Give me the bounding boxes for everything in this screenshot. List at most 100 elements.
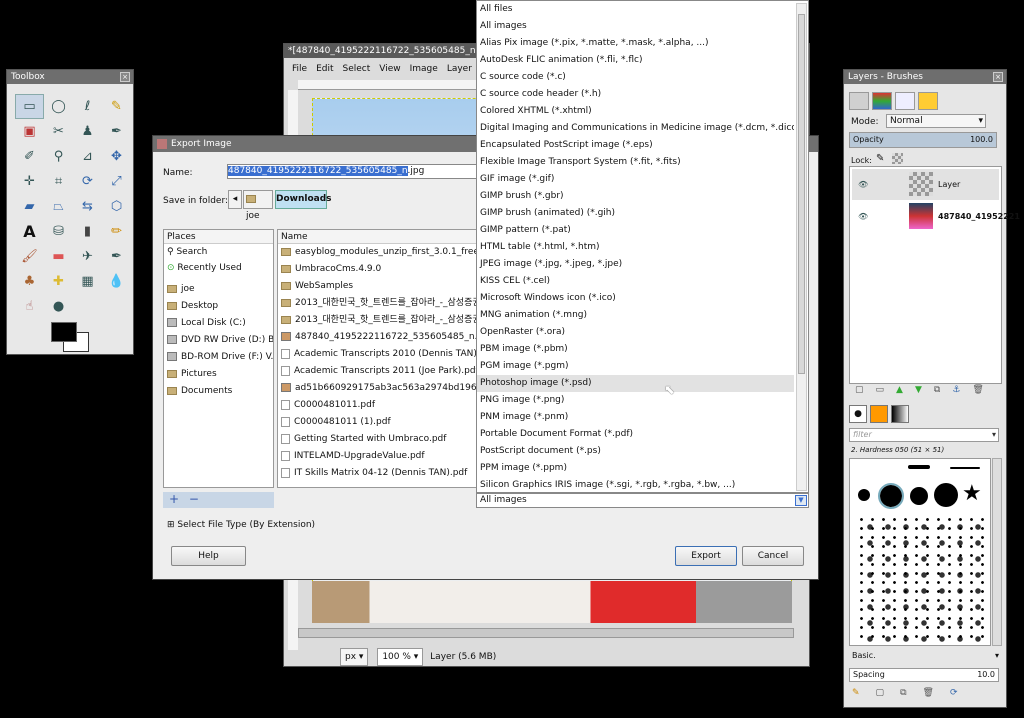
place-search[interactable]: ⚲ Search: [164, 244, 273, 260]
new-group-icon[interactable]: ▭: [876, 385, 885, 399]
filetype-option[interactable]: All files: [477, 1, 794, 18]
new-layer-icon[interactable]: ▢: [855, 385, 864, 399]
file-row[interactable]: 487840_4195222116722_535605485_n.jpg: [278, 329, 478, 346]
brush-line[interactable]: [908, 465, 930, 469]
filetype-option[interactable]: PBM image (*.pbm): [477, 341, 794, 358]
places-header[interactable]: Places: [164, 230, 273, 244]
filetype-option[interactable]: C source code (*.c): [477, 69, 794, 86]
gradients-tab-icon[interactable]: [891, 405, 909, 423]
filetype-option[interactable]: GIMP brush (animated) (*.gih): [477, 205, 794, 222]
filetype-option[interactable]: Portable Document Format (*.pdf): [477, 426, 794, 443]
brush-round-medium[interactable]: [910, 487, 928, 505]
place-dvd-drive[interactable]: DVD RW Drive (D:) Bl...: [164, 332, 273, 349]
anchor-layer-icon[interactable]: ⚓: [952, 385, 960, 399]
fuzzy-select-icon[interactable]: ✎: [102, 94, 131, 119]
dodge-burn-icon[interactable]: ●: [44, 294, 73, 319]
edit-brush-icon[interactable]: ✎: [852, 688, 860, 702]
export-button[interactable]: Export: [675, 546, 737, 566]
brushes-tab-icon[interactable]: ●: [849, 405, 867, 423]
perspective-icon[interactable]: ⏢: [44, 194, 73, 219]
bucket-fill-icon[interactable]: ⛁: [44, 219, 73, 244]
place-recent[interactable]: ⊙ Recently Used: [164, 260, 273, 276]
paths-icon[interactable]: ✒: [102, 119, 131, 144]
menu-file[interactable]: File: [292, 64, 307, 78]
clone-icon[interactable]: ♣: [15, 269, 44, 294]
file-row[interactable]: 2013_대한민국_핫_트렌드를_잡아라_-_삼성증권: [278, 295, 478, 312]
color-picker-icon[interactable]: ✐: [15, 144, 44, 169]
blur-icon[interactable]: 💧: [102, 269, 131, 294]
filetype-option[interactable]: PPM image (*.ppm): [477, 460, 794, 477]
file-row[interactable]: INTELAMD-UpgradeValue.pdf: [278, 448, 478, 465]
file-row[interactable]: Academic Transcripts 2011 (Joe Park).pdf: [278, 363, 478, 380]
filetype-option[interactable]: OpenRaster (*.ora): [477, 324, 794, 341]
filetype-option[interactable]: Silicon Graphics IRIS image (*.sgi, *.rg…: [477, 477, 794, 492]
zoom-icon[interactable]: ⚲: [44, 144, 73, 169]
align-icon[interactable]: ✛: [15, 169, 44, 194]
channels-tab-icon[interactable]: [872, 92, 892, 110]
toolbox-close-button[interactable]: ×: [120, 72, 130, 82]
brush-scrollbar[interactable]: [992, 458, 1002, 646]
filetype-option[interactable]: Microsoft Windows icon (*.ico): [477, 290, 794, 307]
brush-hardness-050[interactable]: [878, 483, 904, 509]
lock-alpha-icon[interactable]: [892, 153, 903, 164]
file-row[interactable]: ad51b660929175ab3ac563a2974bd196.png: [278, 380, 478, 397]
menu-layer[interactable]: Layer: [447, 64, 472, 78]
scale-icon[interactable]: ⤢: [102, 169, 131, 194]
layers-titlebar[interactable]: Layers - Brushes ×: [844, 70, 1006, 84]
layer-row-layer[interactable]: 👁 Layer: [852, 169, 999, 200]
brush-round-small[interactable]: [858, 489, 870, 501]
shear-icon[interactable]: ▰: [15, 194, 44, 219]
mode-select[interactable]: Normal ▾: [886, 114, 986, 128]
path-joe-button[interactable]: joe: [243, 190, 273, 221]
ellipse-select-icon[interactable]: ◯: [44, 94, 73, 119]
paintbrush-icon[interactable]: 🖌: [15, 244, 44, 269]
path-downloads-button[interactable]: Downloads: [275, 190, 332, 209]
place-pictures[interactable]: Pictures: [164, 366, 273, 383]
heal-icon[interactable]: ✚: [44, 269, 73, 294]
file-row[interactable]: IT Skills Matrix 04-12 (Dennis TAN).pdf: [278, 465, 478, 482]
airbrush-icon[interactable]: ✈: [73, 244, 102, 269]
filetype-option[interactable]: Digital Imaging and Communications in Me…: [477, 120, 794, 137]
refresh-brushes-icon[interactable]: ⟳: [950, 688, 958, 702]
opacity-slider[interactable]: Opacity 100.0: [849, 132, 997, 148]
dropdown-scrollbar[interactable]: [796, 3, 807, 491]
filetype-option[interactable]: PGM image (*.pgm): [477, 358, 794, 375]
filetype-option[interactable]: PNG image (*.png): [477, 392, 794, 409]
crop-icon[interactable]: ⌗: [44, 169, 73, 194]
brush-set-select[interactable]: Basic. ▾: [849, 650, 999, 662]
move-icon[interactable]: ✥: [102, 144, 131, 169]
remove-bookmark-button[interactable]: −: [189, 492, 199, 506]
delete-layer-icon[interactable]: 🗑: [972, 385, 983, 399]
rotate-icon[interactable]: ⟳: [73, 169, 102, 194]
perspective-clone-icon[interactable]: ▦: [73, 269, 102, 294]
text-icon[interactable]: A: [15, 219, 44, 244]
measure-icon[interactable]: ⊿: [73, 144, 102, 169]
filetype-option[interactable]: MNG animation (*.mng): [477, 307, 794, 324]
file-row[interactable]: C0000481011.pdf: [278, 397, 478, 414]
brush-filter-input[interactable]: filter ▾: [849, 428, 999, 442]
file-row[interactable]: UmbracoCms.4.9.0: [278, 261, 478, 278]
layers-tab-icon[interactable]: [849, 92, 869, 110]
filetype-option[interactable]: HTML table (*.html, *.htm): [477, 239, 794, 256]
filetype-select[interactable]: All images ▼: [476, 493, 809, 508]
dropdown-scroll-thumb[interactable]: [798, 14, 805, 374]
blend-icon[interactable]: ▮: [73, 219, 102, 244]
duplicate-layer-icon[interactable]: ⧉: [934, 385, 940, 399]
name-column-header[interactable]: Name: [278, 230, 478, 244]
toolbox-titlebar[interactable]: Toolbox ×: [7, 70, 133, 84]
color-swatch-area[interactable]: [51, 322, 91, 352]
brush-grid[interactable]: ★: [849, 458, 991, 646]
brush-texture-area[interactable]: [856, 515, 988, 643]
add-bookmark-button[interactable]: +: [169, 492, 179, 506]
filetype-option[interactable]: PNM image (*.pnm): [477, 409, 794, 426]
menu-select[interactable]: Select: [343, 64, 371, 78]
place-joe[interactable]: joe: [164, 281, 273, 298]
file-row[interactable]: easyblog_modules_unzip_first_3.0.1_free: [278, 244, 478, 261]
brush-star-icon[interactable]: ★: [962, 481, 982, 506]
scissors-icon[interactable]: ✂: [44, 119, 73, 144]
path-back-button[interactable]: ◂: [228, 190, 242, 209]
filetype-option[interactable]: C source code header (*.h): [477, 86, 794, 103]
layers-close-button[interactable]: ×: [993, 72, 1003, 82]
duplicate-brush-icon[interactable]: ⧉: [900, 688, 906, 702]
place-desktop[interactable]: Desktop: [164, 298, 273, 315]
